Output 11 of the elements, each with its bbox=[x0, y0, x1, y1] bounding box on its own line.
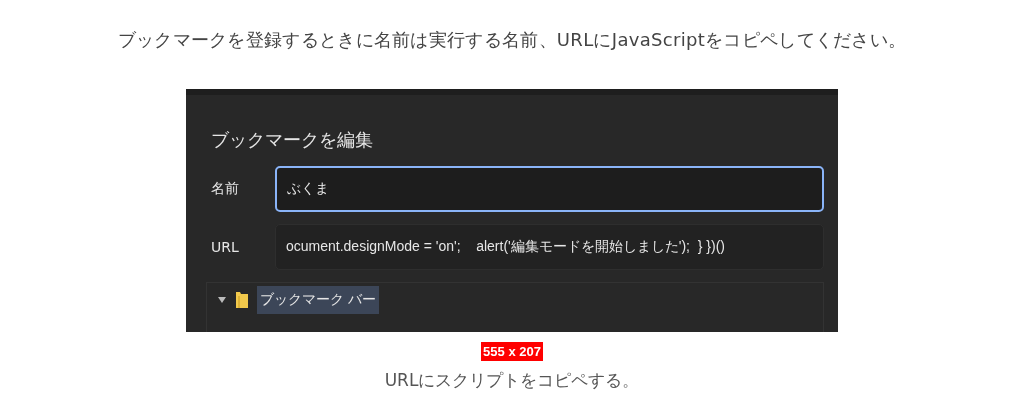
image-caption: URLにスクリプトをコピペする。 bbox=[384, 369, 640, 392]
field-label: 名前 bbox=[210, 180, 240, 198]
folder-icon bbox=[235, 291, 249, 309]
text-field[interactable]: ぶくま bbox=[275, 166, 824, 212]
text-field[interactable]: ocument.designMode = 'on'; alert('編集モードを開始しました'); } })() bbox=[275, 224, 824, 270]
folder-tree-item[interactable]: ブックマーク バー bbox=[257, 286, 380, 314]
expand-triangle-icon[interactable] bbox=[217, 295, 227, 305]
intro-text: ブックマークを登録するときに名前は実行する名前、URLにJavaScriptをコピペしてください。 bbox=[117, 28, 907, 52]
image-size-badge: 555 x 207 bbox=[481, 342, 543, 361]
field-label: URL bbox=[210, 239, 240, 255]
dialog-title: ブックマークを編集 bbox=[211, 128, 374, 152]
